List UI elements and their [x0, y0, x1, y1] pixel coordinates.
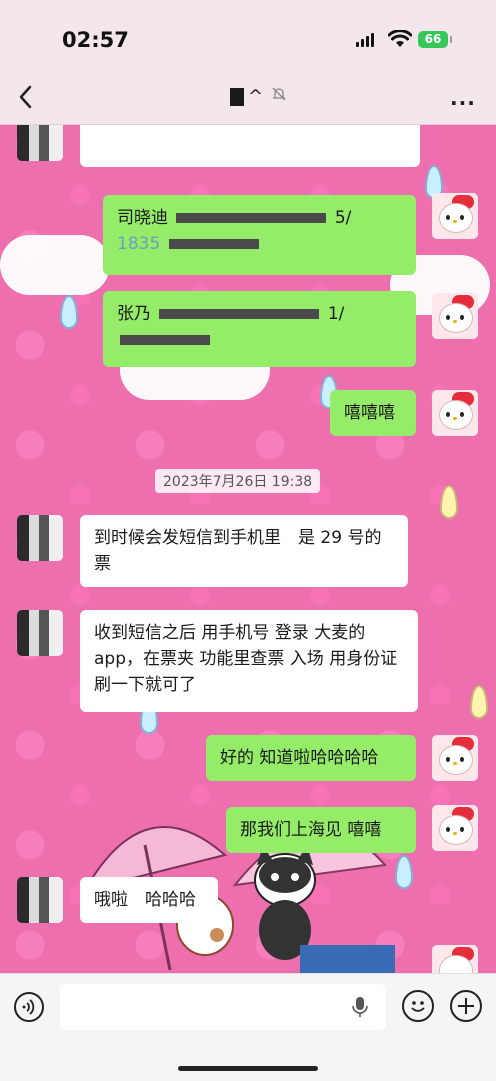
- raindrop-decoration: [440, 485, 458, 519]
- my-avatar[interactable]: [432, 735, 478, 781]
- signal-icon: [356, 33, 374, 47]
- redacted-name: [230, 88, 244, 106]
- battery-icon: 66: [418, 31, 448, 48]
- raindrop-decoration: [395, 855, 413, 889]
- message-input-bar: [0, 973, 496, 1081]
- battery-tip: [450, 36, 452, 43]
- message-text: 1835: [117, 234, 161, 254]
- my-avatar[interactable]: [432, 293, 478, 339]
- message-bubble-out[interactable]: 嘻嘻嘻: [330, 390, 416, 436]
- message-text: 哦啦 哈哈哈: [94, 890, 196, 910]
- message-bubble-in[interactable]: 收到短信之后 用手机号 登录 大麦的app，在票夹 功能里查票 入场 用身份证刷…: [80, 610, 418, 712]
- message-bubble-in[interactable]: [80, 125, 420, 167]
- more-options-button[interactable]: ...: [450, 86, 476, 110]
- voice-icon: [22, 999, 35, 1015]
- home-indicator: [178, 1066, 318, 1071]
- emoji-icon: [411, 1001, 425, 1012]
- contact-avatar[interactable]: [17, 515, 63, 561]
- message-text: 收到短信之后 用手机号 登录 大麦的app，在票夹 功能里查票 入场 用身份证刷…: [94, 623, 398, 695]
- message-bubble-in[interactable]: 到时候会发短信到手机里 是 29 号的票: [80, 515, 408, 587]
- contact-avatar[interactable]: [17, 610, 63, 656]
- message-bubble-out[interactable]: 那我们上海见 嘻嘻: [226, 807, 416, 853]
- message-timestamp: 2023年7月26日 19:38: [155, 469, 321, 493]
- message-text: 到时候会发短信到手机里 是 29 号的票: [94, 528, 382, 574]
- chat-header: ^ ...: [0, 72, 496, 125]
- message-bubble-out[interactable]: 司晓迪 5/ 1835: [103, 195, 416, 275]
- message-bubble-out[interactable]: 张乃 1/: [103, 291, 416, 367]
- contact-avatar[interactable]: [17, 125, 63, 161]
- redacted-text: [159, 309, 320, 319]
- emoji-button[interactable]: [402, 990, 434, 1022]
- status-time: 02:57: [62, 28, 129, 52]
- message-bubble-out[interactable]: 好的 知道啦哈哈哈哈: [206, 735, 416, 781]
- my-avatar[interactable]: [432, 805, 478, 851]
- redacted-text: [168, 239, 259, 249]
- back-arrow-icon[interactable]: [16, 84, 36, 114]
- contact-avatar[interactable]: [17, 877, 63, 923]
- my-avatar[interactable]: [432, 945, 478, 973]
- redacted-text: [120, 335, 210, 345]
- plus-icon: [458, 998, 474, 1014]
- chat-area[interactable]: 司晓迪 5/ 1835 张乃 1/ 嘻嘻嘻 2023年7月26日 19:38 到…: [0, 125, 496, 973]
- plus-button[interactable]: [450, 990, 482, 1022]
- message-text: 嘻嘻嘻: [344, 403, 395, 423]
- raindrop-decoration: [60, 295, 78, 329]
- cloud-decoration: [0, 235, 110, 295]
- message-text: 好的 知道啦哈哈哈哈: [220, 748, 379, 768]
- message-text: 1/: [327, 304, 345, 324]
- raindrop-decoration: [470, 685, 488, 719]
- message-text: 那我们上海见 嘻嘻: [240, 820, 382, 840]
- message-text: 张乃: [117, 304, 151, 324]
- message-bubble-in[interactable]: 哦啦 哈哈哈: [80, 877, 218, 923]
- message-text: 5/: [334, 208, 352, 228]
- my-avatar[interactable]: [432, 193, 478, 239]
- message-text: 司晓迪: [117, 208, 168, 228]
- mute-bell-icon: [271, 86, 287, 107]
- microphone-icon[interactable]: [352, 996, 368, 1022]
- wifi-icon: [387, 29, 413, 52]
- voice-toggle-button[interactable]: [14, 992, 44, 1022]
- status-bar: 02:57 66: [0, 0, 496, 72]
- my-avatar[interactable]: [432, 390, 478, 436]
- chat-title[interactable]: ^: [230, 86, 287, 107]
- chat-title-text: ^: [248, 86, 265, 107]
- message-input[interactable]: [60, 984, 386, 1030]
- redacted-text: [176, 213, 327, 223]
